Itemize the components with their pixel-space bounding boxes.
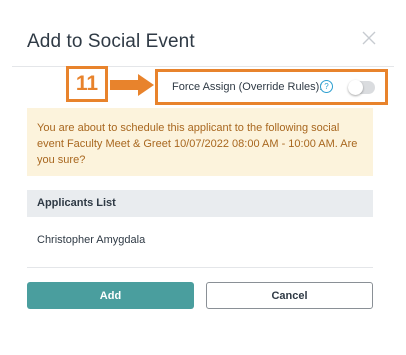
- close-icon[interactable]: [362, 31, 376, 45]
- cancel-button[interactable]: Cancel: [206, 282, 373, 309]
- applicants-list-header: Applicants List: [27, 190, 373, 217]
- modal-title: Add to Social Event: [27, 31, 195, 52]
- step-number-badge: 11: [66, 66, 108, 102]
- add-button[interactable]: Add: [27, 282, 194, 309]
- warning-alert: You are about to schedule this applicant…: [27, 108, 373, 176]
- warning-message: You are about to schedule this applicant…: [37, 122, 358, 166]
- footer-divider: [27, 267, 373, 268]
- arrow-right-icon: [110, 74, 154, 96]
- force-assign-highlight: Force Assign (Override Rules): ?: [155, 69, 388, 105]
- add-to-social-event-modal: Add to Social Event 11 Force Assign (Ove…: [0, 0, 406, 355]
- force-assign-label: Force Assign (Override Rules):: [172, 81, 323, 93]
- question-circle-icon[interactable]: ?: [320, 80, 333, 93]
- list-item: Christopher Amygdala: [37, 234, 146, 246]
- force-assign-toggle[interactable]: [348, 80, 375, 95]
- toggle-knob: [348, 80, 363, 95]
